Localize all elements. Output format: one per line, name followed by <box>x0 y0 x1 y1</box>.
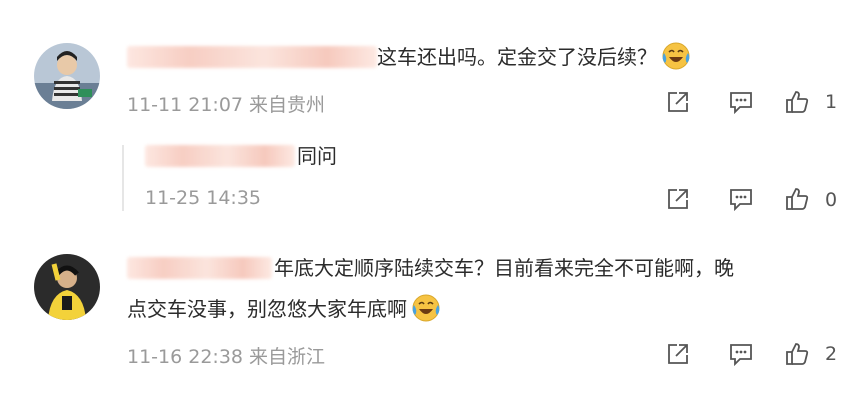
crying-laughing-emoji-icon <box>412 294 440 322</box>
avatar[interactable] <box>34 43 100 109</box>
reply-text: 同问 <box>297 144 337 168</box>
comment-icon <box>730 92 752 115</box>
share-button[interactable] <box>665 89 691 115</box>
reply-divider <box>122 145 124 211</box>
comment-meta: 11-11 21:07 来自贵州 <box>127 94 326 116</box>
comment-button[interactable] <box>728 341 754 367</box>
thumbs-up-icon <box>786 188 809 210</box>
like-count: 0 <box>825 189 838 211</box>
comment-text: 点交车没事，别忽悠大家年底啊 <box>127 293 441 325</box>
thumbs-up-icon <box>786 343 809 365</box>
comment-meta: 11-16 22:38 来自浙江 <box>127 346 326 368</box>
reply-meta: 11-25 14:35 <box>145 187 262 209</box>
thumbs-up-icon <box>786 91 809 113</box>
like-button[interactable] <box>784 186 810 212</box>
comment-text: 这车还出吗。定金交了没后续？ <box>377 41 691 73</box>
share-icon <box>668 189 688 209</box>
share-icon <box>668 344 688 364</box>
avatar[interactable] <box>34 254 100 320</box>
comment-button[interactable] <box>728 89 754 115</box>
crying-laughing-emoji-icon <box>662 42 690 70</box>
share-button[interactable] <box>665 341 691 367</box>
like-count: 2 <box>825 343 838 365</box>
like-button[interactable] <box>784 89 810 115</box>
comment-icon <box>730 344 752 367</box>
comment-text: 年底大定顺序陆续交车？目前看来完全不可能啊，晚 <box>274 256 734 280</box>
share-button[interactable] <box>665 186 691 212</box>
username-redacted <box>127 257 272 279</box>
like-count: 1 <box>825 91 838 113</box>
username-redacted <box>145 145 295 167</box>
share-icon <box>668 92 688 112</box>
comment-button[interactable] <box>728 186 754 212</box>
username-redacted <box>127 46 377 68</box>
like-button[interactable] <box>784 341 810 367</box>
comment-icon <box>730 189 752 212</box>
